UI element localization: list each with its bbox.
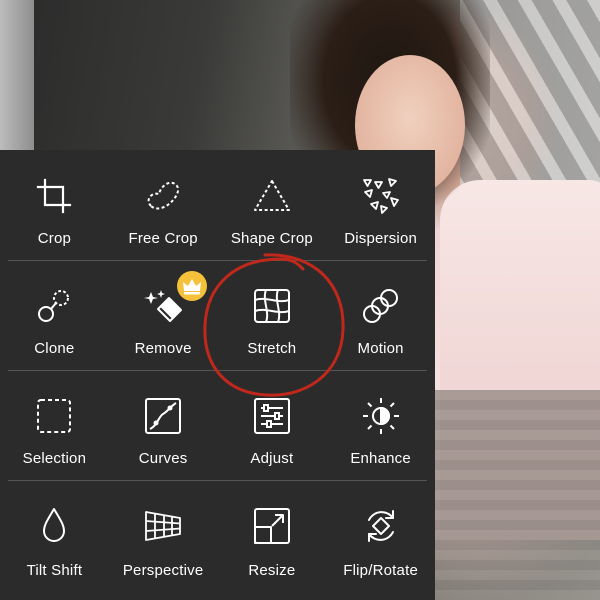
tool-enhance[interactable]: Enhance [326,370,435,480]
tool-label: Curves [138,450,188,467]
crop-icon [34,176,74,216]
tool-resize[interactable]: Resize [218,480,327,600]
dashed-square-icon [34,396,74,436]
tool-label: Shape Crop [230,230,313,247]
contrast-sun-icon [361,396,401,436]
tool-label: Flip/Rotate [343,562,418,579]
tool-label: Stretch [247,340,297,357]
tools-panel: Crop Free Crop Shape Crop Dispersion Clo… [0,150,435,600]
tool-dispersion[interactable]: Dispersion [326,150,435,260]
tool-label: Remove [134,340,192,357]
tools-row: Crop Free Crop Shape Crop Dispersion [0,150,435,260]
perspective-grid-icon [143,506,183,546]
tool-perspective[interactable]: Perspective [109,480,218,600]
sliders-icon [252,396,292,436]
tool-clone[interactable]: Clone [0,260,109,370]
warp-grid-icon [252,286,292,326]
curves-icon [143,396,183,436]
tools-row: Selection Curves Adjust Enhance [0,370,435,480]
tool-label: Free Crop [128,230,198,247]
tool-label: Dispersion [344,230,418,247]
tool-selection[interactable]: Selection [0,370,109,480]
flip-rotate-icon [361,506,401,546]
tool-label: Clone [34,340,75,357]
droplet-icon [34,506,74,546]
tool-label: Tilt Shift [26,562,83,579]
tool-label: Enhance [350,450,411,467]
tool-label: Adjust [250,450,294,467]
tool-tilt-shift[interactable]: Tilt Shift [0,480,109,600]
photo-pillar [0,0,34,160]
tools-row: Clone Remove Stretch Motion [0,260,435,370]
tool-shape-crop[interactable]: Shape Crop [218,150,327,260]
tool-label: Motion [357,340,404,357]
tool-label: Resize [248,562,296,579]
tool-label: Crop [37,230,72,247]
tool-stretch[interactable]: Stretch [218,260,327,370]
tool-motion[interactable]: Motion [326,260,435,370]
tools-row: Tilt Shift Perspective Resize Flip/Rotat… [0,480,435,600]
triangle-dashed-icon [252,176,292,216]
tool-label: Perspective [122,562,204,579]
tool-free-crop[interactable]: Free Crop [109,150,218,260]
clone-icon [34,286,74,326]
resize-icon [252,506,292,546]
motion-circles-icon [361,286,401,326]
crown-icon [177,271,207,301]
tool-crop[interactable]: Crop [0,150,109,260]
tool-curves[interactable]: Curves [109,370,218,480]
free-crop-icon [143,176,183,216]
photo-floor [430,390,600,600]
tool-adjust[interactable]: Adjust [218,370,327,480]
dispersion-icon [361,176,401,216]
tool-label: Selection [22,450,87,467]
tool-flip-rotate[interactable]: Flip/Rotate [326,480,435,600]
